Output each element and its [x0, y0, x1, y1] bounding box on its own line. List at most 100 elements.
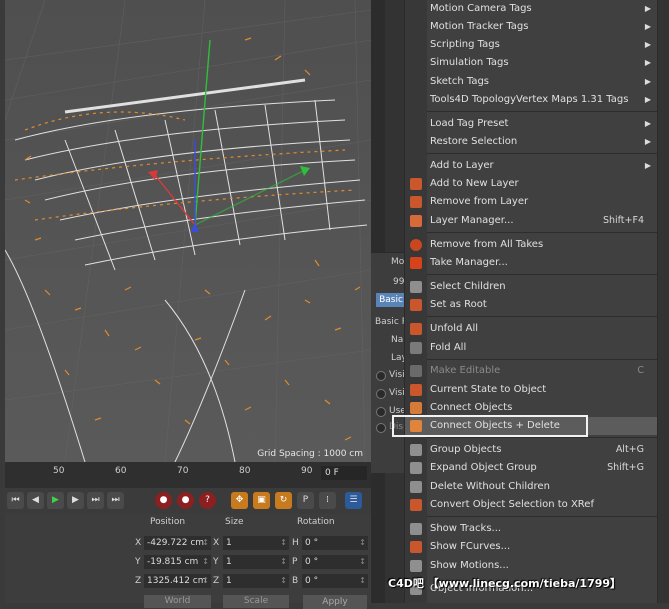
menu-item-add-to-layer[interactable]: Add to Layer ▶: [405, 157, 657, 175]
menu-item-tools4d-tags[interactable]: Tools4D TopologyVertex Maps 1.31 Tags ▶: [405, 91, 657, 109]
rotation-p-axis-label: P: [292, 557, 298, 567]
motions-icon: [410, 560, 422, 572]
display-color-radio[interactable]: [376, 423, 386, 433]
go-to-start-button[interactable]: ⏮: [7, 492, 24, 509]
rotation-h-field[interactable]: 0 °: [302, 536, 368, 550]
submenu-arrow-icon: ▶: [644, 77, 651, 86]
rotation-p-field[interactable]: 0 °: [302, 555, 368, 569]
grid-spacing-label: Grid Spacing : 1000 cm: [257, 449, 363, 459]
menu-item-fold-all[interactable]: Fold All: [405, 339, 657, 357]
menu-separator: [427, 153, 657, 154]
submenu-arrow-icon: ▶: [644, 58, 651, 67]
apply-button[interactable]: Apply: [303, 595, 367, 609]
menu-item-motion-tracker-tags[interactable]: Motion Tracker Tags ▶: [405, 18, 657, 36]
menu-item-simulation-tags[interactable]: Simulation Tags ▶: [405, 54, 657, 72]
transport-bar: ⏮ ◀ ▶ ▶ ⏭ ⏭ ● ● ? ✥ ▣ ↻ P ⁞ ☰: [5, 488, 371, 514]
menu-separator: [427, 437, 657, 438]
menu-item-motion-camera-tags[interactable]: Motion Camera Tags ▶: [405, 0, 657, 18]
menu-item-scripting-tags[interactable]: Scripting Tags ▶: [405, 36, 657, 54]
step-forward-icon[interactable]: ▶: [67, 492, 84, 509]
coordinates-panel: Position Size Rotation X -429.722 cm X 1…: [5, 514, 371, 609]
coordinate-system-select[interactable]: World: [144, 595, 211, 608]
step-back-icon[interactable]: ◀: [27, 492, 44, 509]
menu-separator: [427, 516, 657, 517]
position-z-field[interactable]: 1325.412 cm: [144, 574, 211, 588]
menu-item-remove-from-layer[interactable]: Remove from Layer: [405, 193, 657, 211]
submenu-arrow-icon: ▶: [644, 22, 651, 31]
use-color-radio[interactable]: [376, 407, 386, 417]
menu-item-load-tag-preset[interactable]: Load Tag Preset ▶: [405, 115, 657, 133]
menu-item-unfold-all[interactable]: Unfold All: [405, 320, 657, 338]
size-z-field[interactable]: 1: [223, 574, 289, 588]
position-x-field[interactable]: -429.722 cm: [144, 536, 211, 550]
pos-x-axis-label: X: [135, 538, 142, 548]
rotation-header: Rotation: [297, 517, 335, 527]
menu-item-expand-object-group[interactable]: Expand Object Group Shift+G: [405, 459, 657, 477]
current-state-icon: [410, 384, 422, 396]
fold-icon: [410, 342, 422, 354]
menu-item-select-children[interactable]: Select Children: [405, 278, 657, 296]
current-frame-field[interactable]: 0 F: [321, 466, 367, 480]
menu-item-show-tracks[interactable]: Show Tracks...: [405, 520, 657, 538]
timeline-settings-icon[interactable]: ☰: [345, 492, 362, 509]
scale-key-icon[interactable]: ▣: [253, 492, 270, 509]
submenu-arrow-icon: ▶: [644, 161, 651, 170]
visible-editor-radio[interactable]: [376, 371, 386, 381]
size-x-field[interactable]: 1: [223, 536, 289, 550]
basic-tab[interactable]: Basic: [376, 293, 406, 307]
go-to-end-button[interactable]: ⏭: [87, 492, 104, 509]
move-key-icon[interactable]: ✥: [231, 492, 248, 509]
menu-item-set-as-root[interactable]: Set as Root: [405, 296, 657, 314]
record-icon[interactable]: ●: [155, 492, 172, 509]
parameter-key-icon[interactable]: P: [297, 492, 314, 509]
unfold-icon: [410, 323, 422, 335]
submenu-arrow-icon: ▶: [644, 119, 651, 128]
menu-item-delete-without-children[interactable]: Delete Without Children: [405, 478, 657, 496]
timeline-tick: 60: [115, 466, 127, 476]
size-y-axis-label: Y: [213, 557, 219, 567]
submenu-arrow-icon: ▶: [644, 137, 651, 146]
play-button[interactable]: ▶: [47, 492, 64, 509]
menu-item-add-to-new-layer[interactable]: Add to New Layer: [405, 175, 657, 193]
fcurves-icon: [410, 541, 422, 553]
menu-item-show-motions[interactable]: Show Motions...: [405, 557, 657, 575]
expand-group-icon: [410, 462, 422, 474]
menu-item-take-manager[interactable]: Take Manager...: [405, 254, 657, 272]
menu-item-convert-to-xref[interactable]: Convert Object Selection to XRef: [405, 496, 657, 514]
connect-objects-icon: [410, 402, 422, 414]
timeline-tick: 80: [239, 466, 251, 476]
menu-item-group-objects[interactable]: Group Objects Alt+G: [405, 441, 657, 459]
autokey-icon[interactable]: ●: [177, 492, 194, 509]
size-y-field[interactable]: 1: [223, 555, 289, 569]
home-icon: [410, 299, 422, 311]
menu-item-layer-manager[interactable]: Layer Manager... Shift+F4: [405, 212, 657, 230]
visible-editor-label: Visi: [389, 370, 405, 380]
3d-viewport[interactable]: Grid Spacing : 1000 cm: [5, 0, 371, 462]
take-manager-icon: [410, 257, 422, 269]
menu-item-current-state-to-object[interactable]: Current State to Object: [405, 381, 657, 399]
menu-item-make-editable: Make Editable C: [405, 362, 657, 380]
menu-separator: [427, 316, 657, 317]
menu-item-remove-from-all-takes[interactable]: Remove from All Takes: [405, 236, 657, 254]
rotate-key-icon[interactable]: ↻: [275, 492, 292, 509]
timeline-ruler[interactable]: 50 60 70 80 90 0 F: [5, 462, 371, 488]
menu-item-sketch-tags[interactable]: Sketch Tags ▶: [405, 73, 657, 91]
rotation-h-axis-label: H: [292, 538, 299, 548]
go-to-end-alt-button[interactable]: ⏭: [107, 492, 124, 509]
visible-renderer-radio[interactable]: [376, 389, 386, 399]
pos-y-axis-label: Y: [135, 557, 141, 567]
layer-manager-icon: [410, 215, 422, 227]
menu-item-show-fcurves[interactable]: Show FCurves...: [405, 538, 657, 556]
size-z-axis-label: Z: [213, 576, 220, 586]
position-y-field[interactable]: -19.815 cm: [144, 555, 211, 569]
submenu-arrow-icon: ▶: [644, 4, 651, 13]
pla-key-icon[interactable]: ⁞: [319, 492, 336, 509]
menu-item-restore-selection[interactable]: Restore Selection ▶: [405, 133, 657, 151]
menu-separator: [427, 274, 657, 275]
size-mode-select[interactable]: Scale: [223, 595, 289, 608]
keyframe-help-icon[interactable]: ?: [199, 492, 216, 509]
size-header: Size: [225, 517, 244, 527]
rotation-b-field[interactable]: 0 °: [302, 574, 368, 588]
group-icon: [410, 444, 422, 456]
tracks-icon: [410, 523, 422, 535]
